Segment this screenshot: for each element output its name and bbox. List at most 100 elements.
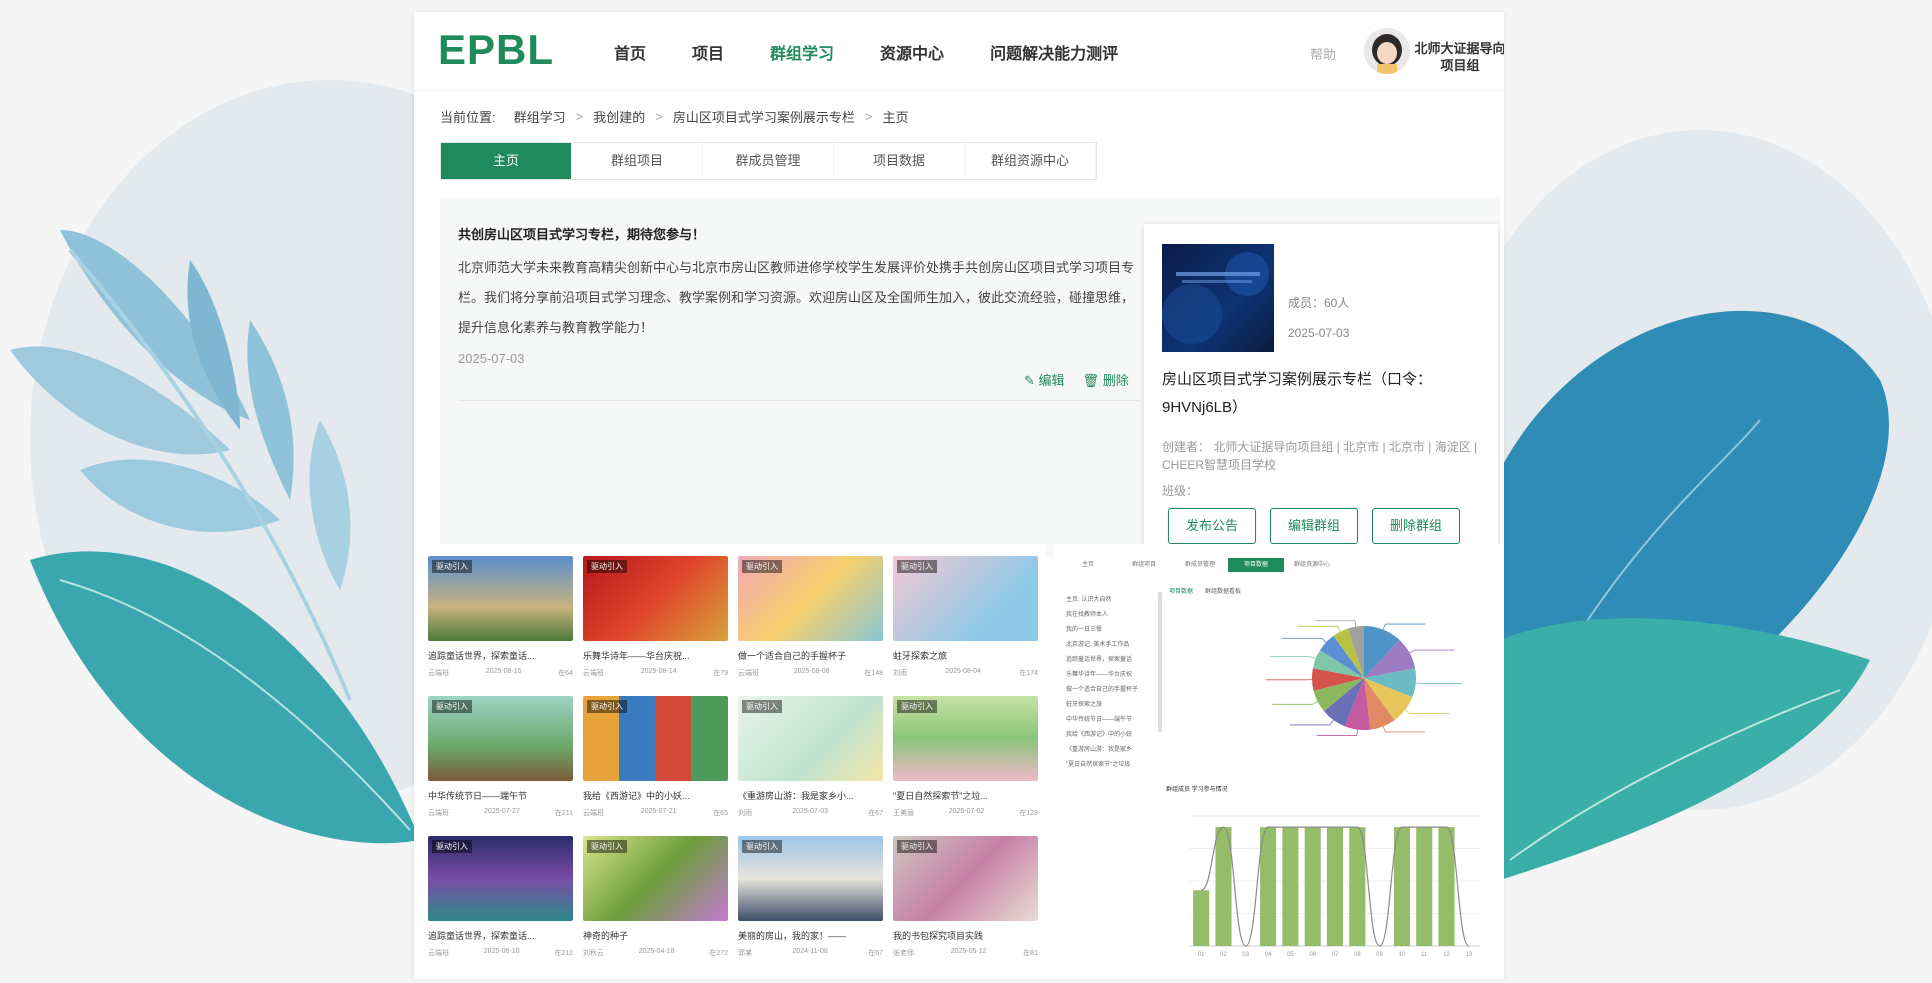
edit-group-button[interactable]: 编辑群组 <box>1270 508 1358 544</box>
bar <box>1193 890 1210 946</box>
divider <box>458 400 1140 401</box>
tab-group-projects[interactable]: 群组项目 <box>572 143 703 179</box>
project-card[interactable]: 驱动引入 我给《西游记》中的小妖... 云端班 2025-07-21 在65 <box>583 696 728 822</box>
project-views: 在128 <box>1019 810 1038 817</box>
x-tick-label: 08 <box>1354 952 1361 958</box>
list-item[interactable]: "夏日自然探索节"之垃圾 <box>1066 759 1156 774</box>
project-card[interactable]: 驱动引入 追踪童话世界，探索童话... 云端班 2025-08-15 在64 <box>428 556 573 682</box>
pie-leader-line <box>1281 637 1327 643</box>
project-card[interactable]: 驱动引入 我的书包探究项目实践 张老师 2025-05-12 在81 <box>893 836 1038 962</box>
breadcrumb-item[interactable]: 房山区项目式学习案例展示专栏 <box>673 107 855 126</box>
help-link[interactable]: 帮助 <box>1310 44 1336 63</box>
notice-date: 2025-07-03 <box>458 351 525 366</box>
group-notice: 共创房山区项目式学习专栏，期待您参与！ 北京师范大学未来教育高精尖创新中心与北京… <box>458 224 1138 366</box>
project-card[interactable]: 驱动引入 神奇的种子 刘秋云 2025-04-18 在272 <box>583 836 728 962</box>
edit-icon: ✎ <box>1024 373 1035 388</box>
x-tick-label: 03 <box>1242 952 1249 958</box>
project-card[interactable]: 驱动引入 追踪童话世界，探索童话... 云端班 2025-06-10 在212 <box>428 836 573 962</box>
list-item[interactable]: 北京游记: 美术手工作品 <box>1066 639 1156 654</box>
tab-group-resource-center[interactable]: 群组资源中心 <box>965 143 1096 179</box>
project-date: 2025-08-14 <box>640 668 677 675</box>
avatar[interactable] <box>1364 28 1410 74</box>
list-item[interactable]: 中华传统节日——端午节 <box>1066 714 1156 729</box>
notice-edit-button[interactable]: ✎ 编辑 <box>1024 370 1065 389</box>
project-stage-tag: 驱动引入 <box>897 840 937 853</box>
group-class-label: 班级： <box>1162 484 1199 498</box>
data-sub-tab[interactable]: 群组数据看板 <box>1205 586 1241 595</box>
nav-home[interactable]: 首页 <box>614 40 646 64</box>
bar <box>1304 827 1321 946</box>
project-card[interactable]: 驱动引入 做一个适合自己的手握杯子 云端班 2025-08-08 在148 <box>738 556 883 682</box>
project-card[interactable]: 驱动引入 美丽的房山，我的家！—— 郭某 2024-11-08 在67 <box>738 836 883 962</box>
tab-project-data[interactable]: 项目数据 <box>834 143 965 179</box>
data-tab-projects[interactable]: 群组项目 <box>1116 558 1172 572</box>
list-item[interactable]: 乐舞华诗年——华台庆祝 <box>1066 669 1156 684</box>
project-author: 云端班 <box>428 810 449 817</box>
nav-resource-center[interactable]: 资源中心 <box>880 40 944 64</box>
data-tab-project-data[interactable]: 项目数据 <box>1228 558 1284 572</box>
nav-group-learning[interactable]: 群组学习 <box>770 40 834 64</box>
project-author: 云端班 <box>583 670 604 677</box>
project-author: 云端班 <box>428 950 449 957</box>
x-tick-label: 04 <box>1265 952 1272 958</box>
project-stage-tag: 驱动引入 <box>432 840 472 853</box>
project-thumbnail: 驱动引入 <box>893 696 1038 781</box>
delete-group-button[interactable]: 删除群组 <box>1372 508 1460 544</box>
project-card[interactable]: 驱动引入 中华传统节日——端午节 云端班 2025-07-27 在211 <box>428 696 573 822</box>
project-date: 2025-06-10 <box>483 948 520 955</box>
breadcrumb-item[interactable]: 我创建的 <box>593 107 645 126</box>
notice-delete-button[interactable]: 🗑 删除 <box>1083 370 1129 389</box>
x-tick-label: 10 <box>1399 952 1406 958</box>
project-card[interactable]: 驱动引入 "夏日自然探索节"之垃... 王美丽 2025-07-02 在128 <box>893 696 1038 822</box>
user-name[interactable]: 北师大证据导向 项目组 <box>1412 40 1504 74</box>
list-item[interactable]: 蛀牙探索之旅 <box>1066 699 1156 714</box>
publish-announcement-button[interactable]: 发布公告 <box>1168 508 1256 544</box>
pie-leader-line <box>1409 649 1455 654</box>
group-tabs: 主页 群组项目 群成员管理 项目数据 群组资源中心 <box>440 142 1097 180</box>
project-date: 2025-07-27 <box>484 808 520 815</box>
bar-chart: 01 02 03 04 05 06 07 08 09 10 11 12 13 <box>1190 815 1480 958</box>
breadcrumb-item[interactable]: 群组学习 <box>514 107 566 126</box>
project-title: 我的书包探究项目实践 <box>893 931 984 941</box>
tab-member-management[interactable]: 群成员管理 <box>703 143 834 179</box>
project-meta: 刘雨 2025-08-04 在174 <box>893 668 1038 678</box>
project-stage-tag: 驱动引入 <box>742 560 782 573</box>
bar <box>1282 827 1299 946</box>
project-stage-tag: 驱动引入 <box>432 560 472 573</box>
tab-home[interactable]: 主页 <box>441 143 572 179</box>
data-tab-members[interactable]: 群成员管理 <box>1172 558 1228 572</box>
project-date: 2025-05-12 <box>950 948 987 955</box>
nav-projects[interactable]: 项目 <box>692 40 724 64</box>
logo[interactable]: EPBL <box>438 26 554 74</box>
project-meta: 云端班 2025-07-27 在211 <box>428 808 573 818</box>
project-thumbnail: 驱动引入 <box>583 556 728 641</box>
list-item[interactable]: 《重游房山游：我是家乡 <box>1066 744 1156 759</box>
bar <box>1416 827 1433 946</box>
project-card[interactable]: 驱动引入 乐舞华诗年——华台庆祝... 云端班 2025-08-14 在79 <box>583 556 728 682</box>
project-grid: 驱动引入 追踪童话世界，探索童话... 云端班 2025-08-15 在64 驱动引… <box>428 556 1038 962</box>
list-item[interactable]: 主页: 认识大自然 <box>1066 594 1156 609</box>
list-item[interactable]: 做一个适合自己的手握杯子 <box>1066 684 1156 699</box>
breadcrumb-prefix: 当前位置: <box>440 110 496 125</box>
breadcrumb: 当前位置: 群组学习 > 我创建的 > 房山区项目式学习案例展示专栏 > 主页 <box>440 107 918 126</box>
project-thumbnail: 驱动引入 <box>583 836 728 921</box>
list-item[interactable]: 追踪童话世界，探索童话 <box>1066 654 1156 669</box>
nav-problem-solving-assessment[interactable]: 问题解决能力测评 <box>990 40 1118 64</box>
list-item[interactable]: 我给《西游记》中的小妖 <box>1066 729 1156 744</box>
project-views: 在212 <box>554 950 573 957</box>
data-sub-tab[interactable]: 项目数据 <box>1169 586 1193 595</box>
list-item[interactable]: 我在找教师本人 <box>1066 609 1156 624</box>
project-meta: 云端班 2025-08-14 在79 <box>583 668 728 678</box>
pie-leader-line <box>1382 623 1426 630</box>
project-thumbnail: 驱动引入 <box>428 556 573 641</box>
x-tick-label: 06 <box>1309 952 1316 958</box>
project-meta: 云端班 2025-08-15 在64 <box>428 668 573 678</box>
list-item[interactable]: 我的一日三餐 <box>1066 624 1156 639</box>
list-scrollbar[interactable] <box>1158 592 1162 732</box>
data-tab-home[interactable]: 主页 <box>1060 558 1116 572</box>
project-card[interactable]: 驱动引入 《重游房山游：我是家乡小... 刘雨 2025-07-03 在67 <box>738 696 883 822</box>
pie-leader-line <box>1316 729 1358 736</box>
data-tab-resources[interactable]: 群组资源中心 <box>1284 558 1340 572</box>
avatar-icon <box>1364 28 1410 74</box>
project-card[interactable]: 驱动引入 蛀牙探索之旅 刘雨 2025-08-04 在174 <box>893 556 1038 682</box>
